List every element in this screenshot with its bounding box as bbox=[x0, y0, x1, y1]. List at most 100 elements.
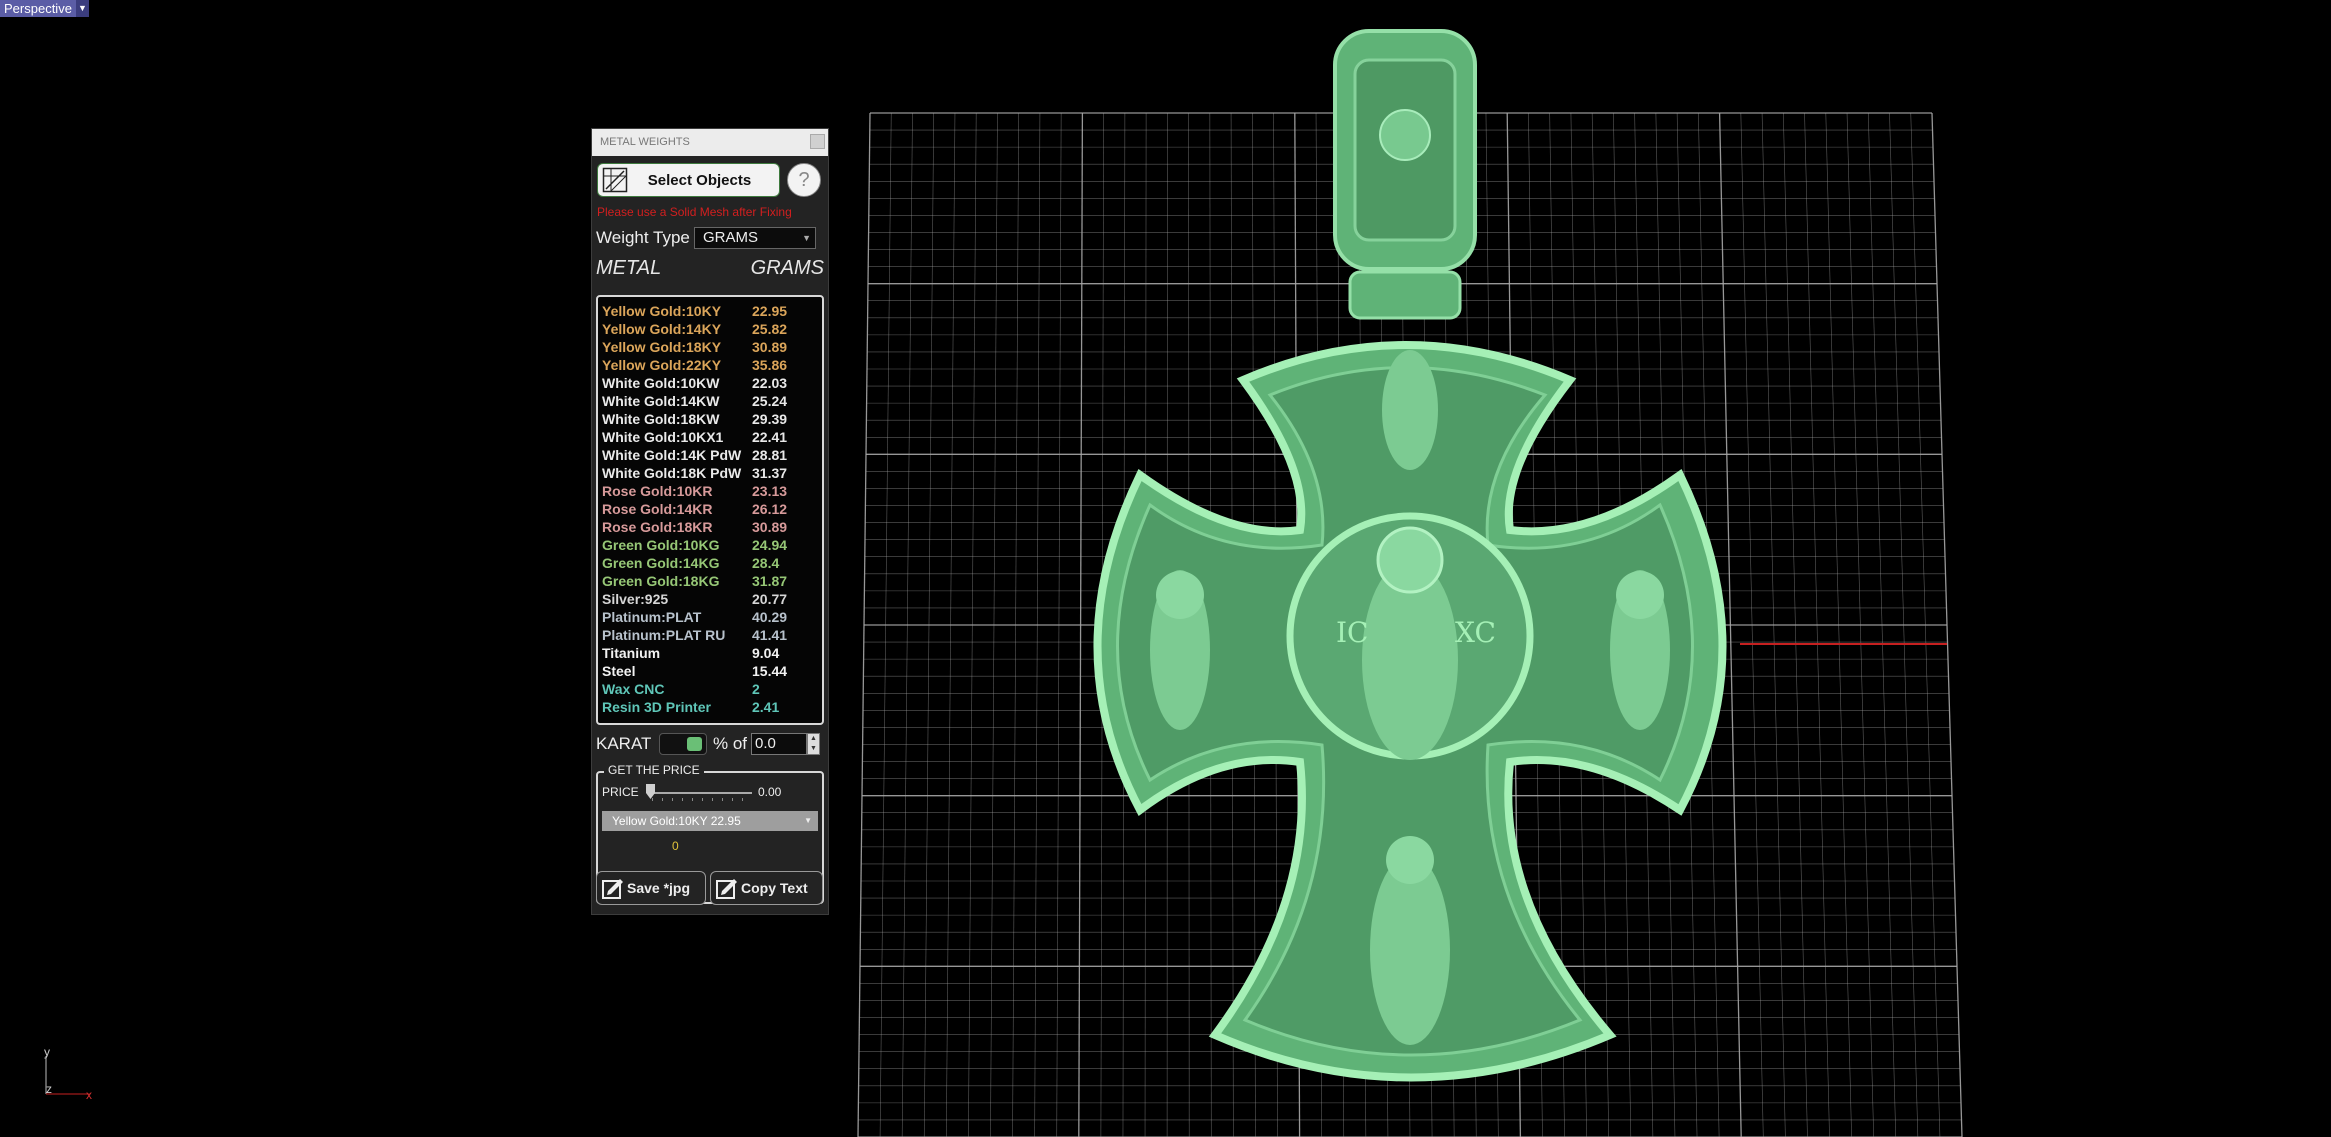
viewport-menu-chevron-icon[interactable]: ▼ bbox=[76, 0, 89, 17]
ic-monogram: IC bbox=[1336, 616, 1368, 649]
price-value: 0.00 bbox=[758, 785, 782, 799]
export-edit-icon bbox=[602, 879, 623, 899]
save-jpg-button[interactable]: Save *jpg bbox=[596, 871, 706, 905]
metal-row[interactable]: White Gold:14KW 25.24 bbox=[598, 393, 822, 411]
metal-weight: 15.44 bbox=[752, 663, 788, 679]
panel-close-icon[interactable] bbox=[810, 134, 825, 149]
percent-input[interactable]: 0.0 bbox=[751, 733, 807, 755]
archangel-figure-top bbox=[1382, 350, 1438, 470]
metal-name: Yellow Gold:14KY bbox=[602, 321, 722, 337]
metal-weight: 40.29 bbox=[752, 609, 788, 625]
metal-column-header: METAL bbox=[596, 257, 662, 279]
metal-weight: 28.81 bbox=[752, 447, 788, 463]
panel-title: METAL WEIGHTS bbox=[600, 136, 690, 148]
metal-row[interactable]: Wax CNC 2 bbox=[598, 681, 822, 699]
mary-halo bbox=[1156, 571, 1204, 619]
metal-name: Steel bbox=[602, 663, 636, 679]
toggle-knob-icon bbox=[687, 737, 702, 751]
cherub-figure bbox=[1379, 109, 1431, 161]
price-slider-thumb[interactable] bbox=[646, 784, 655, 799]
metal-row[interactable]: Green Gold:10KG 24.94 bbox=[598, 537, 822, 555]
john-halo bbox=[1616, 571, 1664, 619]
metal-row[interactable]: Yellow Gold:18KY 30.89 bbox=[598, 339, 822, 357]
cross-pendant-model[interactable]: IC XC bbox=[1093, 29, 1727, 1082]
help-button[interactable]: ? bbox=[787, 163, 821, 197]
price-slider-track[interactable] bbox=[650, 792, 752, 794]
metal-weight: 28.4 bbox=[752, 555, 780, 571]
chevron-down-icon: ▼ bbox=[802, 233, 811, 243]
metal-row[interactable]: White Gold:10KX1 22.41 bbox=[598, 429, 822, 447]
metal-name: Platinum:PLAT bbox=[602, 609, 702, 625]
metal-name: Resin 3D Printer bbox=[602, 699, 711, 715]
metal-row[interactable]: Yellow Gold:22KY 35.86 bbox=[598, 357, 822, 375]
metal-row[interactable]: Yellow Gold:10KY 22.95 bbox=[598, 303, 822, 321]
percent-spinner[interactable]: ▲ ▼ bbox=[807, 733, 820, 755]
metal-row[interactable]: Steel 15.44 bbox=[598, 663, 822, 681]
copy-edit-icon bbox=[716, 879, 737, 899]
metal-weight: 41.41 bbox=[752, 627, 788, 643]
christ-halo bbox=[1376, 526, 1444, 594]
metal-row[interactable]: Green Gold:14KG 28.4 bbox=[598, 555, 822, 573]
metal-row[interactable]: Rose Gold:18KR 30.89 bbox=[598, 519, 822, 537]
metal-row[interactable]: Silver:925 20.77 bbox=[598, 591, 822, 609]
chevron-down-icon: ▼ bbox=[804, 816, 812, 825]
viewport-label[interactable]: Perspective bbox=[0, 0, 78, 17]
metal-row[interactable]: Platinum:PLAT 40.29 bbox=[598, 609, 822, 627]
metal-name: Titanium bbox=[602, 645, 661, 661]
metal-weight: 30.89 bbox=[752, 339, 788, 355]
metal-weight: 22.95 bbox=[752, 303, 788, 319]
metal-row[interactable]: Resin 3D Printer 2.41 bbox=[598, 699, 822, 717]
metal-row[interactable]: White Gold:10KW 22.03 bbox=[598, 375, 822, 393]
metal-name: White Gold:18KW bbox=[602, 411, 720, 427]
metal-row[interactable]: White Gold:14K PdW 28.81 bbox=[598, 447, 822, 465]
metal-weight: 9.04 bbox=[752, 645, 780, 661]
metal-weight: 35.86 bbox=[752, 357, 788, 373]
weight-type-select[interactable]: GRAMS ▼ bbox=[694, 227, 816, 249]
metal-weight: 30.89 bbox=[752, 519, 788, 535]
weight-type-value: GRAMS bbox=[703, 229, 759, 246]
price-slider-ticks bbox=[652, 798, 752, 801]
metal-weight: 22.03 bbox=[752, 375, 788, 391]
metal-weight: 2.41 bbox=[752, 699, 780, 715]
metal-weight: 24.94 bbox=[752, 537, 788, 553]
metal-name: Rose Gold:18KR bbox=[602, 519, 713, 535]
price-group-title: GET THE PRICE bbox=[604, 763, 704, 777]
metal-name: Platinum:PLAT RU bbox=[602, 627, 726, 643]
metal-row[interactable]: Titanium 9.04 bbox=[598, 645, 822, 663]
karat-toggle[interactable] bbox=[659, 733, 707, 755]
metal-weight: 29.39 bbox=[752, 411, 788, 427]
metal-name: White Gold:14K PdW bbox=[602, 447, 742, 463]
weight-type-label: Weight Type bbox=[596, 228, 690, 247]
copy-text-label: Copy Text bbox=[741, 880, 808, 896]
panel-header[interactable]: METAL WEIGHTS bbox=[592, 129, 828, 156]
metal-row[interactable]: Platinum:PLAT RU 41.41 bbox=[598, 627, 822, 645]
metal-name: White Gold:10KW bbox=[602, 375, 720, 391]
metal-weight: 23.13 bbox=[752, 483, 788, 499]
metal-weights-list[interactable]: Yellow Gold:10KY 22.95 Yellow Gold:14KY 25.… bbox=[596, 295, 824, 725]
metal-row[interactable]: White Gold:18KW 29.39 bbox=[598, 411, 822, 429]
price-label: PRICE bbox=[602, 785, 639, 799]
metal-name: Silver:925 bbox=[602, 591, 669, 607]
metal-row[interactable]: Green Gold:18KG 31.87 bbox=[598, 573, 822, 591]
metal-row[interactable]: Yellow Gold:14KY 25.82 bbox=[598, 321, 822, 339]
metal-name: Green Gold:10KG bbox=[602, 537, 720, 553]
metal-row[interactable]: White Gold:18K PdW 31.37 bbox=[598, 465, 822, 483]
metal-name: White Gold:10KX1 bbox=[602, 429, 724, 445]
metal-name: Green Gold:14KG bbox=[602, 555, 720, 571]
price-result: 0 bbox=[672, 839, 679, 853]
percent-of-label: % of bbox=[713, 734, 748, 753]
metal-row[interactable]: Rose Gold:14KR 26.12 bbox=[598, 501, 822, 519]
axis-y-label: y bbox=[44, 1045, 50, 1059]
metal-weight: 25.24 bbox=[752, 393, 788, 409]
metal-name: Yellow Gold:10KY bbox=[602, 303, 722, 319]
bail-connector bbox=[1348, 270, 1462, 320]
3d-viewport[interactable]: IC XC Perspective ▼ y z x bbox=[0, 0, 2331, 1137]
copy-text-button[interactable]: Copy Text bbox=[710, 871, 823, 905]
karat-label: KARAT bbox=[596, 734, 652, 753]
metal-weights-panel: METAL WEIGHTS Select Objects ? Please us… bbox=[591, 128, 829, 915]
metal-weight: 22.41 bbox=[752, 429, 788, 445]
select-objects-button[interactable]: Select Objects bbox=[597, 163, 780, 197]
price-metal-select[interactable]: Yellow Gold:10KY 22.95 ▼ bbox=[602, 811, 818, 831]
metal-row[interactable]: Rose Gold:10KR 23.13 bbox=[598, 483, 822, 501]
select-objects-label: Select Objects bbox=[647, 172, 752, 189]
